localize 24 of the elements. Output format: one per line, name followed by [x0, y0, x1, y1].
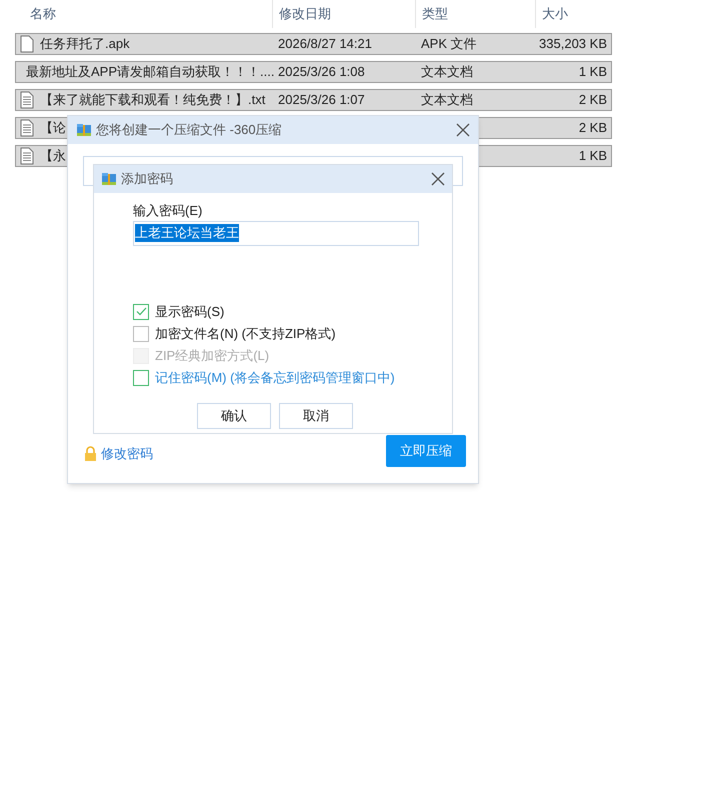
- modified-date: 2025/3/26 1:08: [278, 64, 365, 80]
- modified-date: 2026/8/27 14:21: [278, 36, 372, 52]
- file-name: 最新地址及APP请发邮箱自动获取！！！....: [26, 63, 274, 82]
- file-name: 【论: [40, 119, 66, 138]
- file-size: 2 KB: [578, 120, 607, 136]
- file-name: 【来了就能下载和观看！纯免费！】.txt: [40, 91, 266, 110]
- checkbox-label: 加密文件名(N) (不支持ZIP格式): [155, 324, 336, 343]
- dialog-title: 添加密码: [121, 170, 174, 188]
- file-size: 1 KB: [578, 148, 607, 164]
- file-type: 文本文档: [421, 92, 473, 108]
- file-name: 【永: [40, 147, 66, 166]
- file-size: 2 KB: [578, 92, 607, 108]
- file-name: 任务拜托了.apk: [40, 35, 130, 54]
- file-type: APK 文件: [421, 36, 477, 52]
- file-type: 文本文档: [421, 64, 473, 80]
- field-label: 输入密码(E): [133, 202, 204, 220]
- checkbox-label: ZIP经典加密方式(L): [155, 346, 270, 365]
- checkbox-label: 显示密码(S): [155, 302, 224, 321]
- file-size: 335,203 KB: [539, 36, 607, 52]
- file-size: 1 KB: [578, 64, 607, 80]
- selected-password-text: 上老王论坛当老王: [135, 224, 239, 242]
- checkbox-label: 记住密码(M) (将会备忘到密码管理窗口中): [155, 368, 395, 387]
- modified-date: 2025/3/26 1:07: [278, 92, 365, 108]
- dialog-title: 您将创建一个压缩文件 -360压缩: [96, 121, 283, 140]
